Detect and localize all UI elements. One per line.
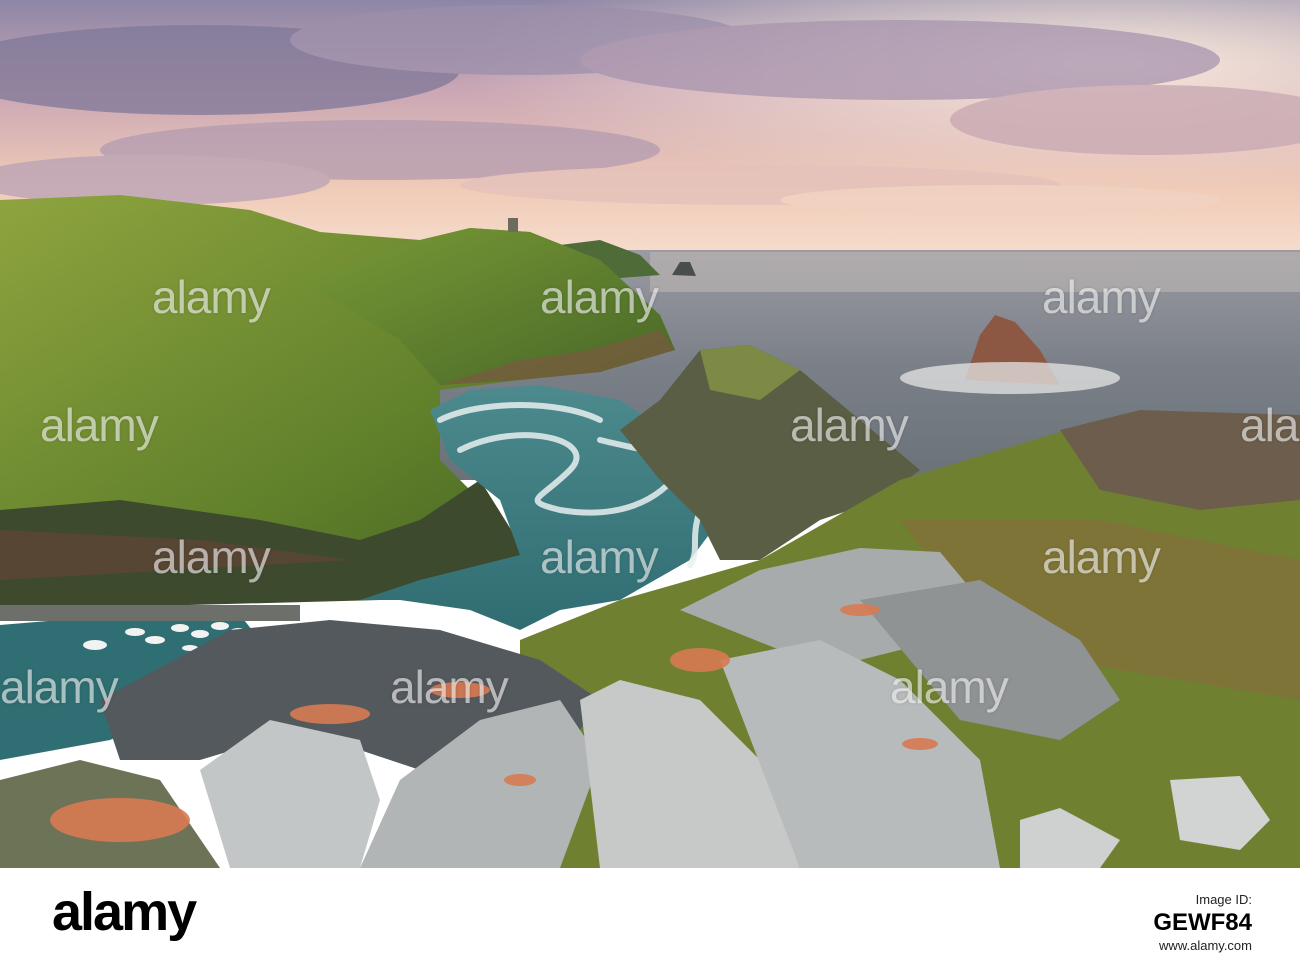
image-id-code: GEWF84 <box>1153 909 1252 936</box>
watermark: alamy <box>152 531 271 583</box>
watermark: alamy <box>1240 399 1300 451</box>
watermark: alamy <box>540 531 659 583</box>
watermark: alamy <box>152 271 271 323</box>
watermark: alamy <box>0 661 119 713</box>
footer-url[interactable]: www.alamy.com <box>1159 938 1252 953</box>
watermark: alamy <box>40 399 159 451</box>
logo-text: alamy <box>52 882 197 942</box>
lookout-tower <box>508 218 518 232</box>
landscape-photo <box>0 0 1300 868</box>
alamy-logo[interactable]: alamy <box>52 882 252 942</box>
footer-bar: alamy Image ID: GEWF84 www.alamy.com <box>0 868 1300 956</box>
watermark: alamy <box>790 399 909 451</box>
watermark: alamy <box>1042 531 1161 583</box>
watermark: alamy <box>1042 271 1161 323</box>
watermark: alamy <box>890 661 1009 713</box>
watermark: alamy <box>390 661 509 713</box>
watermark: alamy <box>540 271 659 323</box>
image-id-label: Image ID: <box>1195 892 1252 907</box>
photo: alamy alamy alamy alamy alamy alamy alam… <box>0 0 1300 868</box>
image-id-block: Image ID: GEWF84 <box>1153 892 1252 938</box>
